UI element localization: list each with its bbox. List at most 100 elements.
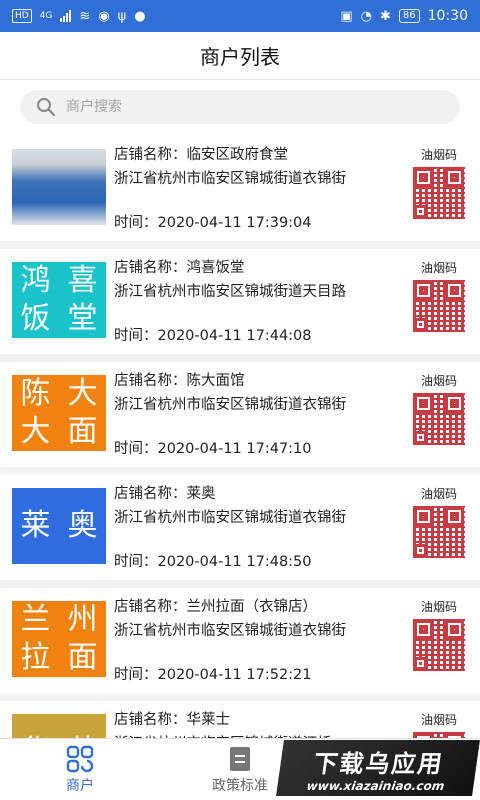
merchant-name: 鸿喜饭堂 <box>186 260 245 276</box>
merchant-time-row: 时间：2020-04-11 17:48:50 <box>114 553 404 572</box>
merchant-name-row: 店铺名称：鸿喜饭堂 <box>114 259 404 278</box>
hd-badge: HD <box>12 9 32 23</box>
signal-icon <box>60 10 72 22</box>
time-prefix: 时间： <box>114 215 158 231</box>
search-box[interactable] <box>20 90 460 124</box>
qr-code-icon[interactable] <box>413 506 465 558</box>
merchant-address: 浙江省杭州市临安区锦城街道衣锦街 <box>114 397 346 413</box>
qr-column[interactable]: 油烟码 <box>410 146 468 219</box>
merchant-name: 兰州拉面（衣锦店） <box>186 599 318 615</box>
qr-label: 油烟码 <box>420 600 457 614</box>
usb-icon: ψ <box>117 8 127 24</box>
merchant-card[interactable]: 店铺名称：临安区政府食堂 浙江省杭州市临安区锦城街道衣锦街 时间：2020-04-1… <box>0 136 480 241</box>
qr-code-icon[interactable] <box>413 280 465 332</box>
time-prefix: 时间： <box>114 554 158 570</box>
qr-label: 油烟码 <box>420 374 457 388</box>
search-icon <box>37 98 56 117</box>
watermark-line2: www.xiazainiao.com <box>305 778 446 793</box>
merchant-name: 临安区政府食堂 <box>186 147 289 163</box>
page-title-bar: 商户列表 <box>0 32 480 80</box>
search-area <box>0 80 480 136</box>
merchant-time: 2020-04-11 17:48:50 <box>157 554 312 570</box>
name-prefix: 店铺名称： <box>114 260 187 276</box>
merchant-thumbnail: 鸿喜饭堂 <box>12 262 106 338</box>
qr-label: 油烟码 <box>420 261 457 275</box>
merchant-name-row: 店铺名称：华莱士 <box>114 711 404 730</box>
tab-merchants[interactable]: 商户 <box>0 739 160 800</box>
grid-icon <box>66 745 94 772</box>
watermark-logo: 下载乌应用 www.xiazainiao.com <box>276 740 480 796</box>
status-left: HD 4G ≋ ◉ ψ ● <box>12 9 146 24</box>
merchant-address: 浙江省杭州市临安区锦城街道天目路 <box>114 284 346 300</box>
qr-column[interactable]: 油烟码 <box>410 598 468 671</box>
merchant-thumbnail: 兰州拉面 <box>12 601 106 677</box>
thumbnail-char: 堂 <box>67 301 98 336</box>
alarm-icon: ◔ <box>360 8 372 24</box>
qr-column[interactable]: 油烟码 <box>410 372 468 445</box>
document-icon <box>230 746 250 771</box>
merchant-card[interactable]: 陈大大面店铺名称：陈大面馆 浙江省杭州市临安区锦城街道衣锦街 时间：2020-04-… <box>0 362 480 467</box>
time-prefix: 时间： <box>114 667 158 683</box>
shield-icon: ● <box>134 8 146 24</box>
wifi-icon: ≋ <box>79 8 91 24</box>
thumbnail-char: 陈 <box>20 376 51 411</box>
thumbnail-char: 喜 <box>67 263 98 298</box>
qr-column[interactable]: 油烟码 <box>410 259 468 332</box>
eye-icon: ◉ <box>98 8 110 24</box>
merchant-name-row: 店铺名称：陈大面馆 <box>114 372 404 391</box>
thumbnail-char: 饭 <box>20 301 51 336</box>
search-input[interactable] <box>66 99 444 115</box>
tab-merchants-label: 商户 <box>66 777 94 794</box>
qr-code-icon[interactable] <box>413 393 465 445</box>
tab-bar: 商户 政策标准 下载乌应用 www.xiazainiao.com <box>0 738 480 800</box>
page-title: 商户列表 <box>200 45 280 69</box>
qr-column[interactable]: 油烟码 <box>410 485 468 558</box>
merchant-time-row: 时间：2020-04-11 17:47:10 <box>114 440 404 459</box>
name-prefix: 店铺名称： <box>114 373 187 389</box>
tab-policy-label: 政策标准 <box>212 777 268 794</box>
thumbnail-char: 面 <box>67 640 98 675</box>
thumbnail-char: 兰 <box>20 602 51 637</box>
thumbnail-char: 鸿 <box>20 263 51 298</box>
merchant-time-row: 时间：2020-04-11 17:52:21 <box>114 666 404 685</box>
merchant-name: 华莱士 <box>186 712 231 728</box>
merchant-time-row: 时间：2020-04-11 17:39:04 <box>114 214 404 233</box>
merchant-address: 浙江省杭州市临安区锦城街道衣锦街 <box>114 623 346 639</box>
merchant-address: 浙江省杭州市临安区锦城街道衣锦街 <box>114 171 346 187</box>
merchant-info: 店铺名称：兰州拉面（衣锦店） 浙江省杭州市临安区锦城街道衣锦街 时间：2020-04… <box>114 598 404 685</box>
nfc-icon: ▣ <box>340 8 353 24</box>
thumbnail-char: 奥 <box>67 508 98 543</box>
watermark-line1: 下载乌应用 <box>311 749 446 778</box>
merchant-card[interactable]: 鸿喜饭堂店铺名称：鸿喜饭堂 浙江省杭州市临安区锦城街道天目路 时间：2020-04-… <box>0 249 480 354</box>
thumbnail-char: 莱 <box>20 508 51 543</box>
qr-label: 油烟码 <box>420 713 457 727</box>
qr-label: 油烟码 <box>420 148 457 162</box>
merchant-time: 2020-04-11 17:39:04 <box>157 215 312 231</box>
time-prefix: 时间： <box>114 328 158 344</box>
qr-code-icon[interactable] <box>413 619 465 671</box>
thumbnail-char: 面 <box>67 414 98 449</box>
name-prefix: 店铺名称： <box>114 712 187 728</box>
name-prefix: 店铺名称： <box>114 486 187 502</box>
merchant-thumbnail: 陈大大面 <box>12 375 106 451</box>
merchant-thumbnail: 莱奥 <box>12 488 106 564</box>
merchant-address: 浙江省杭州市临安区锦城街道衣锦街 <box>114 510 346 526</box>
qr-label: 油烟码 <box>420 487 457 501</box>
status-right: ▣ ◔ ✱ 86 10:30 <box>340 8 468 24</box>
merchant-card[interactable]: 莱奥店铺名称：莱奥 浙江省杭州市临安区锦城街道衣锦街 时间：2020-04-11 1… <box>0 475 480 580</box>
merchant-info: 店铺名称：临安区政府食堂 浙江省杭州市临安区锦城街道衣锦街 时间：2020-04-1… <box>114 146 404 233</box>
merchant-card[interactable]: 兰州拉面店铺名称：兰州拉面（衣锦店） 浙江省杭州市临安区锦城街道衣锦街 时间：202… <box>0 588 480 693</box>
merchant-info: 店铺名称：鸿喜饭堂 浙江省杭州市临安区锦城街道天目路 时间：2020-04-11 1… <box>114 259 404 346</box>
merchant-time-row: 时间：2020-04-11 17:44:08 <box>114 327 404 346</box>
merchant-list: 店铺名称：临安区政府食堂 浙江省杭州市临安区锦城街道衣锦街 时间：2020-04-1… <box>0 136 480 744</box>
clock: 10:30 <box>427 8 468 24</box>
merchant-time: 2020-04-11 17:44:08 <box>157 328 312 344</box>
merchant-name: 陈大面馆 <box>186 373 245 389</box>
thumbnail-char: 拉 <box>20 640 51 675</box>
bluetooth-icon: ✱ <box>380 8 391 24</box>
merchant-name-row: 店铺名称：莱奥 <box>114 485 404 504</box>
thumbnail-char: 州 <box>67 602 98 637</box>
qr-code-icon[interactable] <box>413 167 465 219</box>
battery-indicator: 86 <box>398 9 420 23</box>
merchant-info: 店铺名称：莱奥 浙江省杭州市临安区锦城街道衣锦街 时间：2020-04-11 17:… <box>114 485 404 572</box>
